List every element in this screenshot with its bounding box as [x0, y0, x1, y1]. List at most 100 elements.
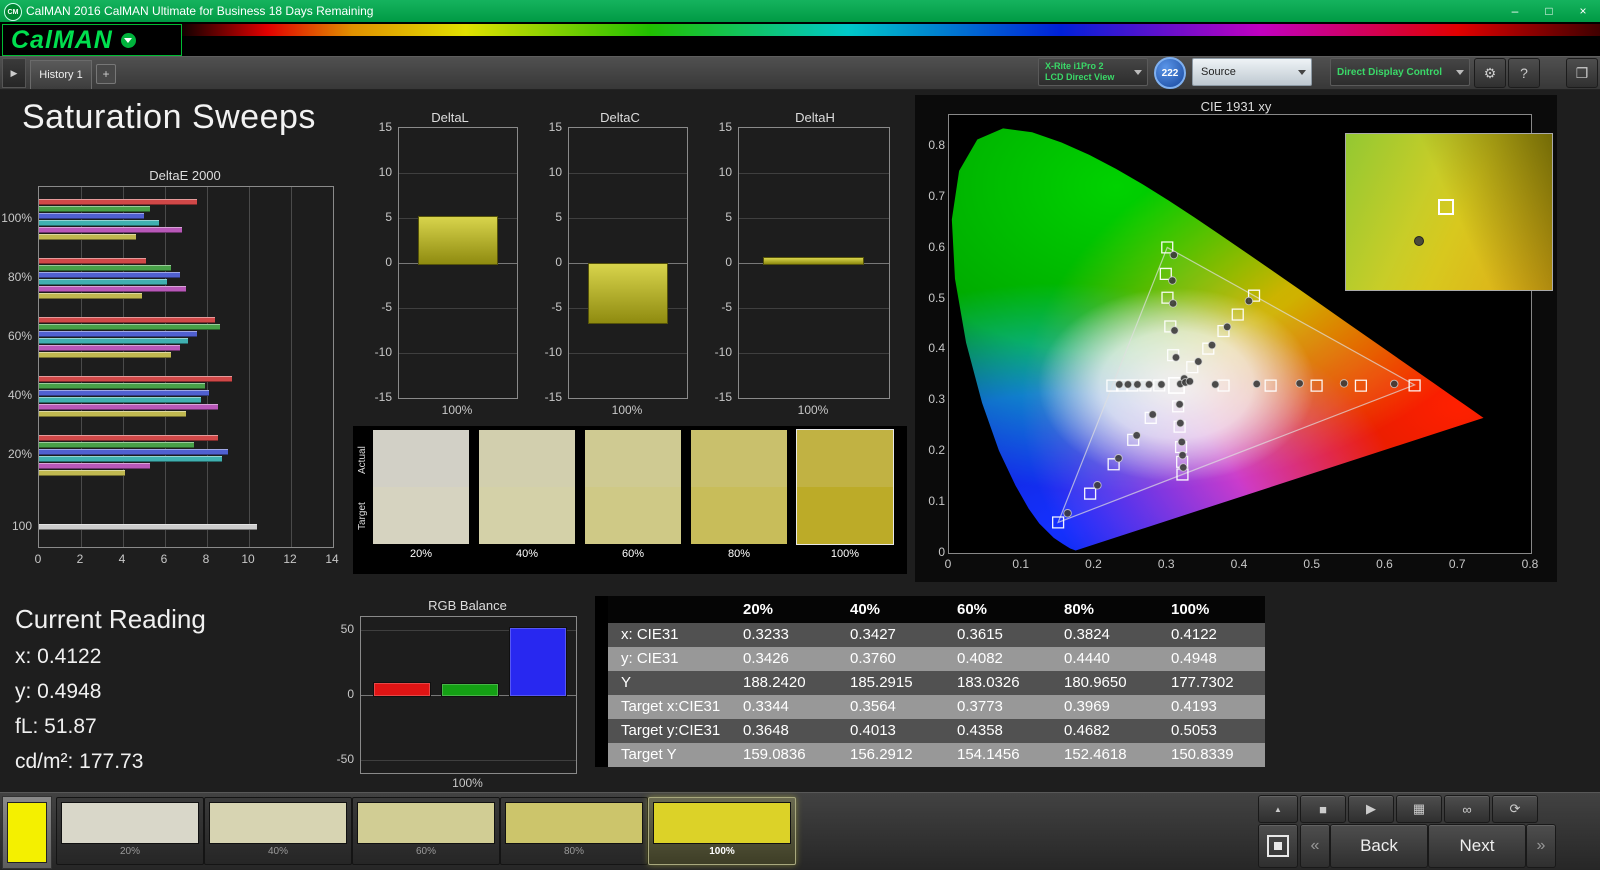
axis-tick-label: 15 [718, 120, 732, 134]
deltae-bar [39, 293, 142, 299]
pattern-button[interactable]: ▦ [1396, 795, 1442, 823]
axis-tick-label: 10 [548, 165, 562, 179]
measurement-table: 20% 40% 60% 80% 100% x: CIE31 0.3233 0.3427 0.36… [595, 596, 1265, 767]
axis-tick-label: -15 [374, 390, 392, 404]
axis-tick-label: 50 [340, 622, 354, 636]
deltae-bar [39, 411, 186, 417]
maximize-button[interactable]: □ [1532, 0, 1566, 22]
table-cell: 0.3969 [1064, 698, 1110, 715]
continuous-read-button[interactable]: ∞ [1444, 795, 1490, 823]
loop-icon: ⟳ [1509, 801, 1521, 816]
tab-history-1[interactable]: History 1 [30, 60, 92, 89]
deltae-bar [39, 345, 180, 351]
gridline [739, 218, 889, 219]
last-page-button[interactable]: » [1526, 824, 1556, 868]
display-control-dropdown[interactable]: Direct Display Control [1330, 58, 1470, 86]
cie-chart-title: CIE 1931 xy [1200, 99, 1272, 114]
patch-window-icon [1267, 835, 1289, 857]
patch-window-button[interactable] [1258, 824, 1298, 868]
chevrons-left-icon: « [1310, 837, 1320, 854]
collapse-button[interactable]: ▲ [1258, 795, 1298, 823]
table-cell: 0.4682 [1064, 722, 1110, 739]
settings-button[interactable]: ⚙ [1474, 58, 1506, 88]
play-button[interactable]: ▶ [1348, 795, 1394, 823]
axis-tick-label: 2 [76, 552, 84, 566]
table-cell: 152.4618 [1064, 746, 1127, 763]
loop-button[interactable]: ⟳ [1492, 795, 1538, 823]
deltae-bar [39, 324, 220, 330]
close-button[interactable]: × [1566, 0, 1600, 22]
source-dropdown[interactable]: Source [1192, 58, 1312, 86]
swatch-label: 40% [515, 548, 539, 560]
gridline [399, 173, 517, 174]
table-header-cell [595, 596, 608, 623]
swatch-label: 60% [621, 548, 645, 560]
patch-swatch [505, 802, 643, 844]
table-cell: 0.3615 [957, 626, 1003, 643]
table-cell: 154.1456 [957, 746, 1020, 763]
first-page-button[interactable]: « [1300, 824, 1330, 868]
axis-tick-label: 0 [34, 552, 42, 566]
deltae-bar [39, 258, 147, 264]
add-tab-button[interactable]: + [96, 64, 116, 84]
table-cell: 0.4013 [850, 722, 896, 739]
axis-tick-label: 0.6 [1376, 557, 1393, 571]
patch-button-60%[interactable]: 60% [352, 797, 500, 865]
next-button[interactable]: Next [1428, 824, 1526, 868]
swatch-target [585, 487, 681, 544]
meter-dropdown[interactable]: X-Rite i1Pro 2 LCD Direct View [1038, 58, 1148, 86]
swatch-label: 20% [409, 548, 433, 560]
patch-button-40%[interactable]: 40% [204, 797, 352, 865]
back-button[interactable]: Back [1330, 824, 1428, 868]
blue-bar [509, 627, 567, 697]
rgb-x-label: 100% [452, 776, 483, 790]
gridline [291, 187, 292, 547]
axis-tick-label: 0.3 [928, 392, 945, 407]
patch-swatch [653, 802, 791, 844]
patch-button-100%[interactable]: 100% [648, 797, 796, 865]
deltae-bar [39, 435, 218, 441]
table-row-label: Target y:CIE31 [621, 722, 721, 739]
deltae-bar [39, 470, 126, 476]
gear-icon: ⚙ [1483, 64, 1497, 81]
deltae-bar [39, 524, 258, 530]
workspace-button[interactable]: ❐ [1566, 58, 1598, 88]
axis-tick-label: 12 [283, 552, 297, 566]
deltae-chart-title: DeltaE 2000 [149, 168, 221, 183]
table-cell: 0.3824 [1064, 626, 1110, 643]
deltae-bar [39, 234, 136, 240]
table-cell: 0.4122 [1171, 626, 1217, 643]
calman-menu-dropdown[interactable] [120, 32, 136, 48]
axis-tick-label: -10 [714, 345, 732, 359]
table-row: Target Y 159.0836 156.2912 154.1456 152.4618… [595, 743, 1265, 767]
axis-tick-label: 8 [202, 552, 210, 566]
help-button[interactable]: ? [1508, 58, 1540, 88]
swatch-target [373, 487, 469, 544]
deltae-bar [39, 213, 144, 219]
calman-menu-button[interactable]: CalMAN [2, 24, 182, 56]
table-row: x: CIE31 0.3233 0.3427 0.3615 0.3824 0.4122 [595, 623, 1265, 647]
play-icon: ▶ [1366, 801, 1376, 816]
patch-button-80%[interactable]: 80% [500, 797, 648, 865]
axis-tick-label: 5 [725, 210, 732, 224]
swatch-label: 100% [830, 548, 860, 560]
minimize-button[interactable]: – [1498, 0, 1532, 22]
back-label: Back [1360, 836, 1398, 855]
nav-toggle-button[interactable]: ▶ [2, 58, 26, 88]
gridline [399, 353, 517, 354]
patch-button-20%[interactable]: 20% [56, 797, 204, 865]
deltae-bar [39, 404, 218, 410]
deltal-chart-title: DeltaL [431, 110, 469, 125]
stop-button[interactable]: ■ [1300, 795, 1346, 823]
deltal-y-axis: 15 10 5 0 -5 -10 -15 [366, 120, 394, 404]
rgb-y-axis: 50 0 -50 [328, 616, 356, 772]
deltae-bar [39, 331, 197, 337]
titlebar: CM CalMAN 2016 CalMAN Ultimate for Busin… [0, 0, 1600, 22]
table-cell: 0.5053 [1171, 722, 1217, 739]
table-cell: 177.7302 [1171, 674, 1234, 691]
cie-zoom-inset [1345, 133, 1553, 291]
meter-count-badge[interactable]: 222 [1154, 57, 1186, 89]
gridline [165, 187, 166, 547]
swatch-strip: Actual Target 20% 40% 60% 80% 100% [353, 426, 907, 574]
deltae-bar [39, 442, 195, 448]
